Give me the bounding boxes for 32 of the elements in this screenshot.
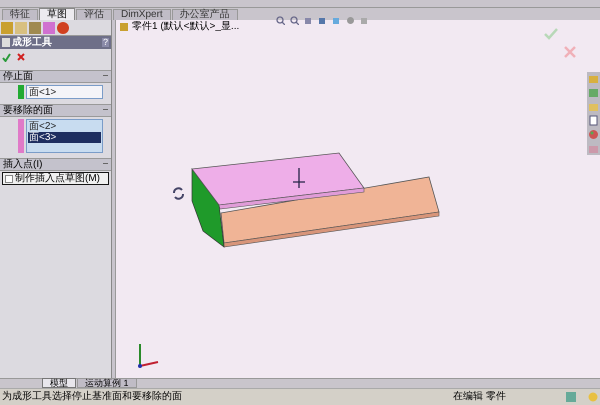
collapse-icon[interactable]: [103, 75, 108, 78]
checkbox-label: 制作插入点草图(M): [15, 174, 100, 184]
cancel-x-icon[interactable]: [17, 53, 25, 61]
bottom-tab[interactable]: 模型: [42, 378, 76, 388]
panel-title: 成形工具: [12, 38, 53, 48]
list-item[interactable]: 面<2>: [28, 121, 101, 132]
ok-check-icon[interactable]: [2, 52, 11, 62]
ribbon-tab[interactable]: DimXpert: [113, 9, 171, 20]
status-message: 为成形工具选择停止基准面和要移除的面: [2, 392, 183, 402]
ribbon-tab[interactable]: 办公室产品: [172, 9, 238, 20]
collapse-icon[interactable]: [103, 163, 108, 166]
section-title: 要移除的面: [3, 106, 53, 116]
selection-list[interactable]: 面<2> 面<3>: [26, 119, 103, 153]
section-title: 插入点(I): [3, 160, 42, 170]
bottom-tab[interactable]: 运动算例 1: [77, 378, 137, 388]
list-item[interactable]: 面<3>: [28, 132, 101, 143]
rotate-icon[interactable]: [172, 187, 185, 200]
ribbon-tab[interactable]: 评估: [76, 9, 112, 20]
ribbon-tab[interactable]: 特征: [2, 9, 38, 20]
zoom-icon[interactable]: [276, 16, 285, 25]
circle-icon[interactable]: [346, 16, 355, 25]
confirm-check-icon[interactable]: [544, 28, 558, 40]
splitter-handle[interactable]: [112, 20, 116, 378]
section-title: 停止面: [3, 72, 33, 82]
move-handle-icon[interactable]: [291, 167, 307, 189]
ribbon-tab[interactable]: 草图: [39, 8, 75, 20]
status-mode: 在编辑 零件: [453, 392, 506, 402]
collapse-icon[interactable]: [103, 109, 108, 112]
document-icon[interactable]: [588, 115, 599, 126]
checkbox[interactable]: [5, 174, 13, 182]
part-tree-label[interactable]: 零件1 (默认<默认>_显...: [132, 22, 240, 32]
zoom-icon[interactable]: [290, 16, 299, 25]
